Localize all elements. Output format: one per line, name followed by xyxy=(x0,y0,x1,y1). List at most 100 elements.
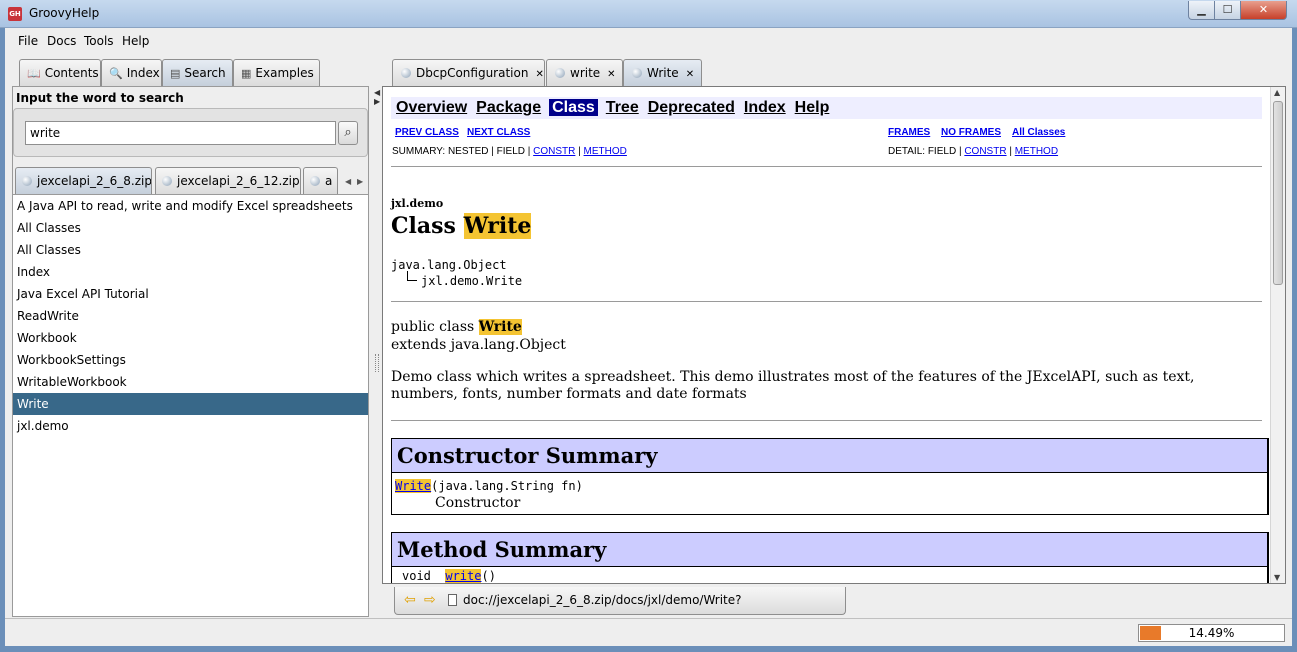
detail-method-link[interactable]: METHOD xyxy=(1015,146,1058,157)
doc-globe-icon xyxy=(555,68,565,78)
forward-arrow-icon[interactable]: ⇨ xyxy=(424,587,436,613)
divider xyxy=(391,301,1262,302)
search-doc-icon: ▤ xyxy=(170,67,181,80)
search-box: ⌕ xyxy=(13,108,368,157)
frames-link[interactable]: FRAMES xyxy=(888,127,930,138)
progress-label: 14.49% xyxy=(1188,626,1235,640)
splitter-grip-icon[interactable] xyxy=(375,354,379,372)
search-button[interactable]: ⌕ xyxy=(338,121,358,145)
app-icon: GH xyxy=(8,7,22,21)
nav-package[interactable]: Package xyxy=(475,99,542,116)
title-bar: GH GroovyHelp ▁ ☐ ✕ xyxy=(0,0,1297,28)
list-item[interactable]: WorkbookSettings xyxy=(13,349,368,371)
nav-overview[interactable]: Overview xyxy=(395,99,468,116)
hierarchy-child: jxl.demo.Write xyxy=(421,274,523,288)
maximize-button[interactable]: ☐ xyxy=(1214,1,1241,20)
no-frames-link[interactable]: NO FRAMES xyxy=(941,127,1001,138)
html-viewer[interactable]: Overview Package Class Tree Deprecated Index H… xyxy=(382,86,1286,584)
doc-globe-icon xyxy=(401,68,411,78)
list-item[interactable]: Index xyxy=(13,261,368,283)
window-client: File Docs Tools Help 📖 Contents 🔍 Index ▤ S… xyxy=(5,28,1292,646)
tab-search[interactable]: ▤ Search xyxy=(162,59,233,86)
class-declaration: public class Write xyxy=(391,319,522,335)
detail-line: DETAIL: FIELD | CONSTR | METHOD xyxy=(888,146,1059,157)
constructor-signature: Write(java.lang.String fn) xyxy=(395,479,583,493)
nav-tree[interactable]: Tree xyxy=(605,99,640,116)
tab-scroll-right-icon[interactable]: ▶ xyxy=(357,177,363,186)
tab-contents[interactable]: 📖 Contents xyxy=(19,59,101,86)
pane-splitter[interactable]: ◀ ▶ xyxy=(373,54,382,618)
list-item[interactable]: ReadWrite xyxy=(13,305,368,327)
summary-method-link[interactable]: METHOD xyxy=(584,146,627,157)
nav-index[interactable]: Index xyxy=(743,99,787,116)
hierarchy-parent: java.lang.Object xyxy=(391,258,507,272)
status-bar: 14.49% xyxy=(5,618,1292,646)
vertical-scrollbar[interactable]: ▲ ▼ xyxy=(1270,87,1285,583)
doc-tab-write[interactable]: Write ✕ xyxy=(623,59,702,86)
constructor-link[interactable]: Write xyxy=(395,479,432,493)
menu-tools[interactable]: Tools xyxy=(84,34,114,48)
zip-file-icon xyxy=(310,176,320,186)
list-item[interactable]: A Java API to read, write and modify Exc… xyxy=(13,195,368,217)
doc-tab-write-lower[interactable]: write ✕ xyxy=(546,59,623,86)
window-title: GroovyHelp xyxy=(29,6,100,20)
detail-constr-link[interactable]: CONSTR xyxy=(964,146,1006,157)
prev-class-link[interactable]: PREV CLASS xyxy=(395,127,459,138)
list-item[interactable]: WritableWorkbook xyxy=(13,371,368,393)
collapse-arrow-icon[interactable]: ◀ ▶ xyxy=(374,88,380,106)
next-class-link[interactable]: NEXT CLASS xyxy=(467,127,530,138)
search-input[interactable] xyxy=(25,121,336,145)
list-item[interactable]: All Classes xyxy=(13,217,368,239)
tab-examples[interactable]: ▦ Examples xyxy=(233,59,320,86)
class-description: Demo class which writes a spreadsheet. T… xyxy=(391,369,1195,402)
scroll-down-icon[interactable]: ▼ xyxy=(1274,573,1280,582)
scroll-up-icon[interactable]: ▲ xyxy=(1274,88,1280,97)
tab-index[interactable]: 🔍 Index xyxy=(101,59,162,86)
all-classes-link[interactable]: All Classes xyxy=(1012,127,1065,138)
back-arrow-icon[interactable]: ⇦ xyxy=(404,587,416,613)
search-icon: ⌕ xyxy=(344,125,352,140)
magnifier-icon: 🔍 xyxy=(109,67,123,80)
close-tab-icon[interactable]: ✕ xyxy=(607,69,615,80)
list-item-selected[interactable]: Write xyxy=(13,393,368,415)
list-item[interactable]: Workbook xyxy=(13,327,368,349)
doc-tab-dbcpconfiguration[interactable]: DbcpConfiguration ✕ xyxy=(392,59,545,86)
zip-tab-jexcelapi-2-6-12[interactable]: jexcelapi_2_6_12.zip xyxy=(155,167,301,194)
close-button[interactable]: ✕ xyxy=(1240,1,1287,20)
scroll-thumb[interactable] xyxy=(1273,101,1283,285)
javadoc-navbar: Overview Package Class Tree Deprecated Index H… xyxy=(391,97,1262,119)
zip-tab-jexcelapi-2-6-8[interactable]: jexcelapi_2_6_8.zip xyxy=(15,167,152,194)
class-extends: extends java.lang.Object xyxy=(391,337,566,353)
examples-icon: ▦ xyxy=(241,67,252,80)
minimize-button[interactable]: ▁ xyxy=(1188,1,1215,20)
close-tab-icon[interactable]: ✕ xyxy=(535,69,543,80)
close-tab-icon[interactable]: ✕ xyxy=(686,69,694,80)
class-heading: Class Write xyxy=(391,213,532,239)
constructor-description: Constructor xyxy=(435,495,521,511)
doc-globe-icon xyxy=(632,68,642,78)
nav-help[interactable]: Help xyxy=(794,99,831,116)
divider xyxy=(391,420,1262,421)
javadoc-page: Overview Package Class Tree Deprecated Index H… xyxy=(383,87,1271,583)
method-summary-heading: Method Summary xyxy=(392,533,1267,567)
zip-file-icon xyxy=(162,176,172,186)
menu-file[interactable]: File xyxy=(18,34,38,48)
search-panel: Input the word to search ⌕ jexcelapi_2_6… xyxy=(12,86,369,617)
list-item[interactable]: All Classes xyxy=(13,239,368,261)
constructor-summary-heading: Constructor Summary xyxy=(392,439,1267,473)
summary-constr-link[interactable]: CONSTR xyxy=(533,146,575,157)
method-link[interactable]: write xyxy=(445,569,482,583)
search-prompt: Input the word to search xyxy=(16,91,184,105)
tab-scroll-left-icon[interactable]: ◀ xyxy=(345,177,351,186)
menu-help[interactable]: Help xyxy=(122,34,149,48)
list-item[interactable]: jxl.demo xyxy=(13,415,368,437)
list-item[interactable]: Java Excel API Tutorial xyxy=(13,283,368,305)
document-icon xyxy=(448,594,457,606)
search-results-list: A Java API to read, write and modify Exc… xyxy=(13,194,368,616)
menu-bar: File Docs Tools Help xyxy=(5,28,1292,54)
highlighted-class-name: Write xyxy=(478,319,522,335)
nav-class: Class xyxy=(549,99,598,116)
menu-docs[interactable]: Docs xyxy=(47,34,76,48)
zip-tab-truncated[interactable]: a xyxy=(303,167,338,194)
nav-deprecated[interactable]: Deprecated xyxy=(647,99,736,116)
